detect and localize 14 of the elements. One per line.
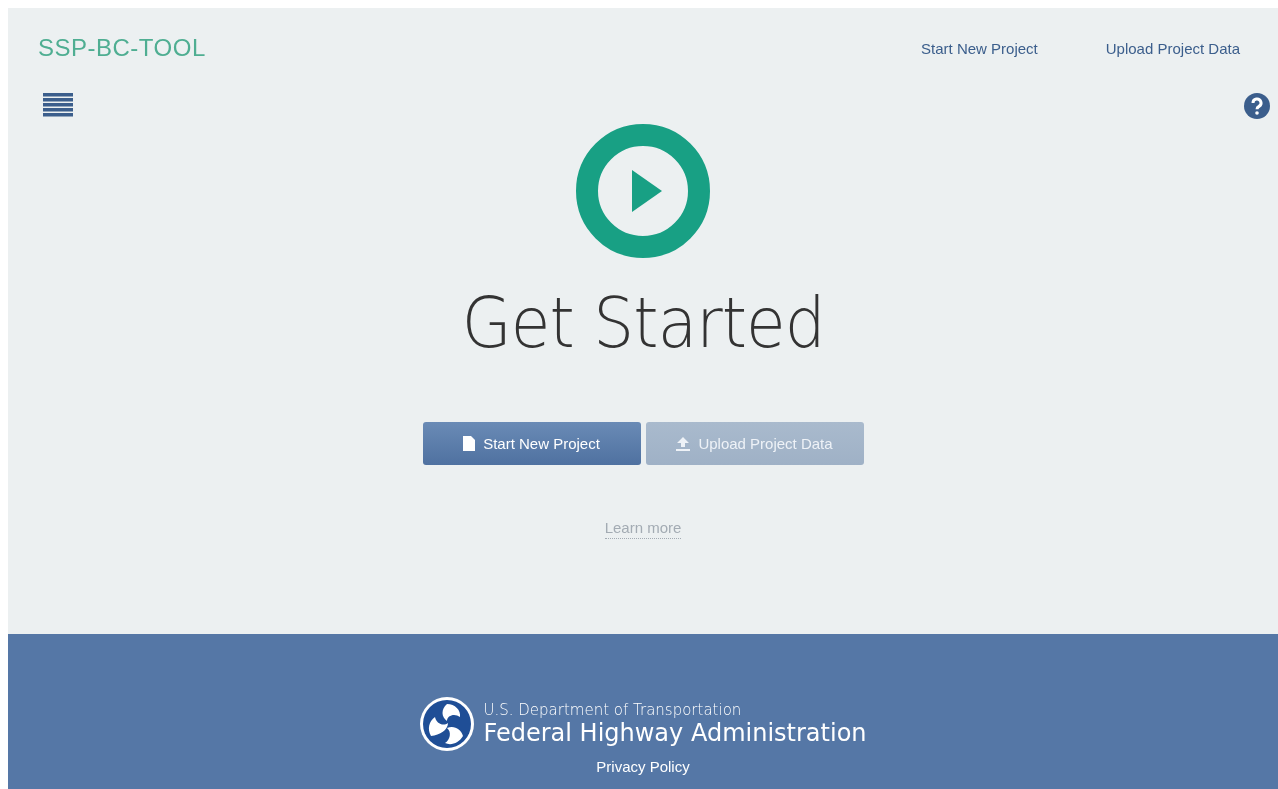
logo-icon [419,696,476,752]
file-icon [463,436,476,451]
agency-name: Federal Highway Administration [483,718,867,747]
agency-line: U.S. Department of Transportation [483,701,743,719]
start-button[interactable]: Start New Project [422,422,641,465]
help-icon[interactable] [1244,93,1270,119]
nav-link[interactable]: Upload Project Data [1105,39,1240,57]
privacy-link[interactable]: Privacy Policy [596,758,690,775]
upload-icon [676,436,691,451]
nav-link[interactable]: Start New Project [921,39,1038,57]
menu-icon[interactable] [43,93,73,119]
hero-title: Get Started [461,282,825,364]
brand-title: SSP-BC-TOOL [38,34,207,62]
play-icon [576,124,710,258]
